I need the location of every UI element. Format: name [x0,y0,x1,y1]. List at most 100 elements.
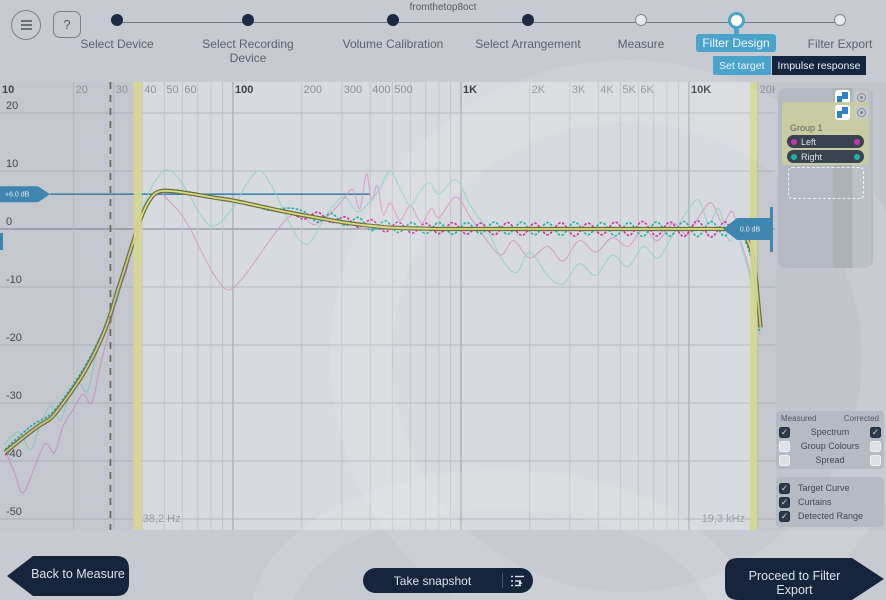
group-drop-zone[interactable] [788,167,864,199]
take-snapshot-button[interactable]: Take snapshot [363,568,533,593]
overlay-legend-panel: ✓ Target Curve ✓ Curtains ✓ Detected Range [776,477,884,527]
step-dot[interactable] [522,14,534,26]
db-tick-label: -40 [6,448,22,460]
freq-tick-label: 500 [394,84,412,96]
legend-toggle-label: Curtains [798,497,881,507]
group-title: Group 1 [790,123,823,133]
legend-row-spread: Spread [779,453,881,467]
freq-tick-label: 6K [640,84,654,96]
checkbox-checked[interactable]: ✓ [779,511,790,522]
channel-label: Left [801,137,854,147]
tab-set-target[interactable]: Set target [713,56,771,75]
freq-tick-label: 60 [184,84,196,96]
freq-tick-label: 20 [76,84,88,96]
legend-toggle-target-curve: ✓ Target Curve [779,481,881,495]
step-label: Measure [612,35,671,53]
step-label: Select Recording Device [178,35,318,67]
checkbox-unchecked[interactable] [870,455,881,466]
freq-tick-label: 200 [304,84,322,96]
freq-tick-label: 10 [2,84,14,96]
back-to-measure-button[interactable]: Back to Measure [28,567,128,581]
checkbox-unchecked[interactable] [870,441,881,452]
checkbox-checked[interactable]: ✓ [779,483,790,494]
checkbox-unchecked[interactable] [779,441,790,452]
take-snapshot-label: Take snapshot [363,574,502,588]
channel-color-dot [791,139,797,145]
freq-tick-label: 50 [166,84,178,96]
db-tick-label: 0 [6,216,12,228]
left-edge-marker [0,233,3,250]
curve-icon[interactable] [835,105,850,120]
freq-tick-label: 5K [622,84,636,96]
step-dot[interactable] [635,14,647,26]
detected-high-label: 19,3 kHz [702,513,745,525]
channel-color-dot [854,139,860,145]
step-label: Select Arrangement [469,35,586,53]
legend-toggle-label: Target Curve [798,483,881,493]
legend-toggle-label: Detected Range [798,511,881,521]
freq-tick-label: 40 [144,84,156,96]
channel-row-left[interactable]: Left [787,135,864,148]
step-dot[interactable] [834,14,846,26]
checkbox-checked[interactable]: ✓ [779,427,790,438]
step-label: Select Device [74,35,159,53]
legend-row-group-colours: Group Colours [779,439,881,453]
step-dot[interactable] [242,14,254,26]
freq-tick-label: 1K [463,84,477,96]
freq-tick-label: 10K [691,84,711,96]
channel-label: Right [801,152,854,162]
corrected-column-header: Corrected [844,414,879,423]
spectrum-legend-panel: Measured Corrected ✓Spectrum✓ Group Colou… [776,411,884,469]
legend-row-label: Spread [790,455,870,465]
step-filter-export[interactable]: Filter Export [770,14,886,53]
freq-tick-label: 400 [372,84,390,96]
step-dot[interactable] [111,14,123,26]
step-label: Volume Calibration [337,35,450,53]
detected-range-band-low[interactable] [134,82,142,530]
db-tick-label: -20 [6,332,22,344]
left-handle-value: +6.0 dB [5,192,30,199]
app-window: fromthetop8oct ? Select DeviceSelect Rec… [0,0,886,600]
db-tick-label: 10 [6,158,18,170]
freq-tick-label: 300 [344,84,362,96]
legend-row-label: Group Colours [790,441,870,451]
frequency-response-chart[interactable]: +6.0 dB0.0 dB102030405060100200300400500… [0,82,775,530]
channel-color-dot [854,154,860,160]
filter-design-subtabs: Set target Impulse response [713,56,866,75]
freq-tick-label: 20K [760,84,775,96]
freq-tick-label: 100 [235,84,253,96]
channel-groups-panel: Group 1 Left Right [778,88,873,268]
step-select-recording-device[interactable]: Select Recording Device [178,14,318,67]
step-select-device[interactable]: Select Device [47,14,187,53]
freq-tick-label: 2K [532,84,546,96]
snapshot-list-icon[interactable] [503,574,533,588]
project-title: fromthetop8oct [0,2,886,13]
freq-tick-label: 4K [600,84,614,96]
checkbox-checked[interactable]: ✓ [779,497,790,508]
step-label: Filter Export [802,35,879,53]
legend-toggle-curtains: ✓ Curtains [779,495,881,509]
group-panel: Group 1 Left Right [782,102,869,165]
step-volume-calibration[interactable]: Volume Calibration [323,14,463,53]
hamburger-menu-button[interactable] [11,10,41,40]
active-step-connector [734,26,739,38]
legend-row-spectrum: ✓Spectrum✓ [779,425,881,439]
checkbox-unchecked[interactable] [779,455,790,466]
reference-dot-icon[interactable] [855,106,868,119]
curtain-left [0,82,134,530]
proceed-to-filter-export-button[interactable]: Proceed to Filter Export [732,569,857,597]
step-dot[interactable] [387,14,399,26]
channel-row-right[interactable]: Right [787,150,864,163]
detected-range-band-high[interactable] [750,82,757,530]
tab-impulse-response[interactable]: Impulse response [772,56,867,75]
legend-toggle-detected-range: ✓ Detected Range [779,509,881,523]
db-tick-label: -10 [6,274,22,286]
db-tick-label: -50 [6,506,22,518]
measured-column-header: Measured [781,414,817,423]
checkbox-checked[interactable]: ✓ [870,427,881,438]
freq-tick-label: 30 [116,84,128,96]
db-tick-label: -30 [6,390,22,402]
curtain-right [757,82,775,530]
detected-low-label: 38,2 Hz [143,513,181,525]
freq-tick-label: 3K [572,84,586,96]
